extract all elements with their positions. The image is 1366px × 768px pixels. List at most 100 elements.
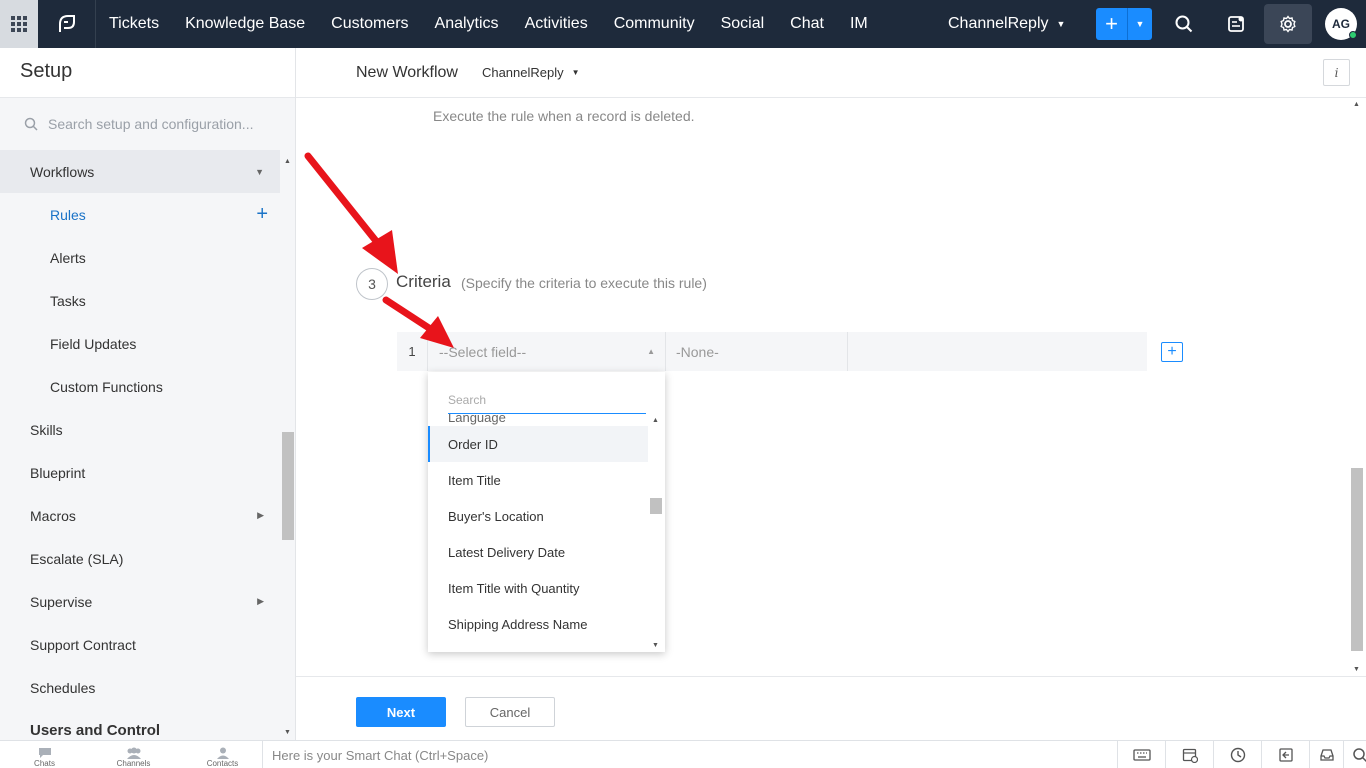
sidebar-item-field-updates[interactable]: Field Updates: [0, 322, 280, 365]
scroll-down-icon[interactable]: ▼: [284, 729, 291, 736]
smart-chat-input[interactable]: Here is your Smart Chat (Ctrl+Space): [262, 741, 1117, 768]
nav-activities[interactable]: Activities: [512, 0, 601, 48]
dropdown-option-partial[interactable]: Language: [428, 414, 648, 426]
transfer-icon: [1278, 748, 1293, 762]
next-button[interactable]: Next: [356, 697, 446, 727]
dropdown-option-latest-delivery-date[interactable]: Latest Delivery Date: [428, 534, 648, 570]
clock-icon: [1230, 747, 1245, 763]
scroll-up-icon[interactable]: ▲: [284, 158, 291, 165]
bottom-tab-chats[interactable]: Chats: [0, 741, 89, 768]
info-button[interactable]: i: [1323, 59, 1350, 86]
plus-icon[interactable]: +: [1096, 8, 1128, 40]
scrollbar-thumb[interactable]: [282, 432, 294, 540]
sidebar-item-supervise[interactable]: Supervise ▶: [0, 580, 280, 623]
bottom-tab-channels[interactable]: Channels: [89, 741, 178, 768]
nav-tickets[interactable]: Tickets: [96, 0, 172, 48]
nav-chat[interactable]: Chat: [777, 0, 837, 48]
scroll-up-icon[interactable]: ▲: [1353, 101, 1360, 108]
quick-add-button[interactable]: + ▼: [1096, 8, 1152, 40]
criteria-row-number: 1: [408, 344, 416, 359]
sidebar-item-label: Field Updates: [50, 335, 137, 352]
bottom-search-button[interactable]: [1343, 741, 1366, 768]
sidebar-item-tasks[interactable]: Tasks: [0, 279, 280, 322]
top-nav: Tickets Knowledge Base Customers Analyti…: [0, 0, 1366, 48]
caret-down-icon[interactable]: ▼: [1128, 8, 1152, 40]
dropdown-option-item-title[interactable]: Item Title: [428, 462, 648, 498]
sidebar-item-label: Macros: [30, 507, 76, 524]
setup-search-placeholder: Search setup and configuration...: [48, 116, 254, 132]
dropdown-scrollbar[interactable]: ▲ ▼: [649, 414, 663, 652]
keyboard-button[interactable]: [1117, 741, 1165, 768]
criteria-description: (Specify the criteria to execute this ru…: [461, 275, 707, 291]
sidebar-item-custom-functions[interactable]: Custom Functions: [0, 365, 280, 408]
bottom-tab-label: Chats: [34, 759, 55, 768]
setup-search-field[interactable]: Search setup and configuration...: [0, 98, 295, 150]
dropdown-option-buyers-location[interactable]: Buyer's Location: [428, 498, 648, 534]
scrollbar-thumb[interactable]: [1351, 468, 1363, 651]
nav-im[interactable]: IM: [837, 0, 881, 48]
caret-right-icon: ▶: [257, 596, 264, 606]
info-icon: i: [1334, 65, 1339, 80]
sidebar-item-label: Skills: [30, 421, 63, 438]
nav-analytics[interactable]: Analytics: [422, 0, 512, 48]
sidebar-item-support-contract[interactable]: Support Contract: [0, 623, 280, 666]
search-icon: [1352, 748, 1366, 763]
workflow-content: Execute the rule when a record is delete…: [296, 98, 1366, 676]
transfer-button[interactable]: [1261, 741, 1309, 768]
sidebar-item-blueprint[interactable]: Blueprint: [0, 451, 280, 494]
department-name: ChannelReply: [948, 15, 1049, 32]
inbox-button[interactable]: [1309, 741, 1343, 768]
sidebar-item-macros[interactable]: Macros ▶: [0, 494, 280, 537]
search-button[interactable]: [1168, 8, 1200, 40]
scroll-down-icon[interactable]: ▼: [1353, 666, 1360, 673]
bottom-bar: Chats Channels Contacts Here is your Sma…: [0, 740, 1366, 768]
grid-icon: [11, 16, 27, 32]
dropdown-option-shipping-address-name[interactable]: Shipping Address Name: [428, 606, 648, 642]
sidebar-item-escalate-sla[interactable]: Escalate (SLA): [0, 537, 280, 580]
main-scrollbar[interactable]: ▲ ▼: [1349, 98, 1366, 676]
sidebar-item-label: Support Contract: [30, 636, 136, 653]
nav-social[interactable]: Social: [708, 0, 778, 48]
sidebar-title: Setup: [0, 48, 295, 98]
nav-knowledge-base[interactable]: Knowledge Base: [172, 0, 318, 48]
select-field-dropdown[interactable]: --Select field-- ▲: [427, 332, 665, 371]
sidebar-item-workflows[interactable]: Workflows ▼: [0, 150, 280, 193]
calendar-button[interactable]: [1165, 741, 1213, 768]
user-avatar[interactable]: AG: [1325, 8, 1357, 40]
cancel-button[interactable]: Cancel: [465, 697, 555, 727]
scrollbar-thumb[interactable]: [650, 498, 662, 514]
sidebar-item-skills[interactable]: Skills: [0, 408, 280, 451]
select-field-placeholder: --Select field--: [439, 343, 527, 360]
dropdown-option-order-id[interactable]: Order ID: [428, 426, 648, 462]
plus-icon: +: [1167, 343, 1177, 360]
sidebar-item-schedules[interactable]: Schedules: [0, 666, 280, 709]
scroll-down-icon[interactable]: ▼: [652, 642, 659, 649]
criteria-row: 1 --Select field-- ▲ -None-: [397, 332, 1147, 371]
online-status-dot: [1349, 31, 1357, 39]
sidebar-section-users-and-control[interactable]: Users and Control: [0, 709, 280, 739]
workflow-department-select[interactable]: ChannelReply ▼: [482, 65, 580, 80]
sidebar-item-label: Rules: [50, 206, 86, 223]
clock-button[interactable]: [1213, 741, 1261, 768]
condition-select[interactable]: -None-: [665, 332, 847, 371]
desk-logo[interactable]: [38, 0, 96, 48]
add-rule-icon[interactable]: +: [256, 203, 268, 226]
settings-button[interactable]: [1264, 4, 1312, 44]
nav-community[interactable]: Community: [601, 0, 708, 48]
gear-icon: [1280, 15, 1296, 33]
dropdown-search-input[interactable]: Search: [448, 388, 646, 414]
app-grid-button[interactable]: [0, 0, 38, 48]
bottom-tab-contacts[interactable]: Contacts: [178, 741, 267, 768]
nav-customers[interactable]: Customers: [318, 0, 421, 48]
scroll-up-icon[interactable]: ▲: [652, 417, 659, 424]
notes-button[interactable]: [1220, 8, 1252, 40]
sidebar-item-alerts[interactable]: Alerts: [0, 236, 280, 279]
dropdown-option-item-title-with-quantity[interactable]: Item Title with Quantity: [428, 570, 648, 606]
department-switcher[interactable]: ChannelReply ▼: [948, 0, 1065, 48]
sidebar-item-rules[interactable]: Rules +: [0, 193, 280, 236]
chat-bubble-icon: [38, 748, 51, 758]
add-criteria-button[interactable]: +: [1161, 342, 1183, 362]
sidebar-scrollbar[interactable]: ▲ ▼: [281, 156, 294, 738]
value-field[interactable]: [847, 332, 1147, 371]
sidebar-section-label: Users and Control: [30, 722, 161, 739]
